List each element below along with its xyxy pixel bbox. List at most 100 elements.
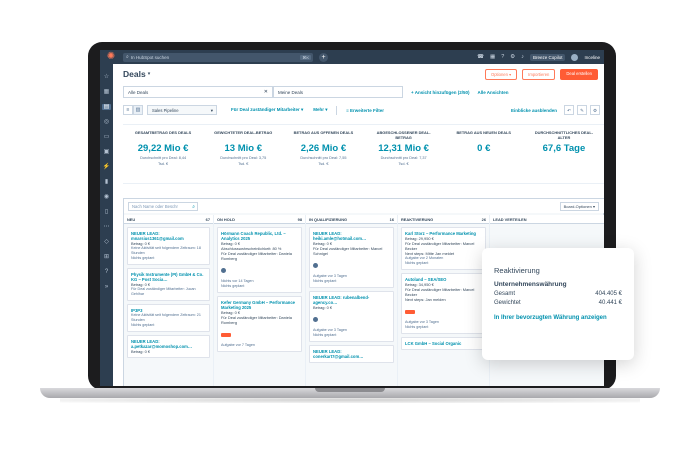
deal-name[interactable]: NEUER LEAD: conerkart7@gmail.com…: [313, 349, 390, 359]
advanced-filters[interactable]: ≡ Erweiterte Filter: [346, 108, 384, 113]
search-placeholder: In HubSpot suchen: [130, 54, 170, 60]
deal-name[interactable]: NEUER LEAD: mnarsius1361@gmail.com: [131, 231, 206, 241]
global-search-input[interactable]: ⌕ In HubSpot suchen ⌘K: [123, 52, 313, 62]
deal-card[interactable]: Kefer Germany GmbH – Performance Marketi…: [217, 296, 302, 352]
tab-label: Meine Deals: [278, 89, 304, 95]
dashboard-icon[interactable]: ▦: [104, 89, 110, 95]
board-column-new: NEU 67 NEUER LEAD: mnarsius1361@gmail.co…: [124, 215, 214, 386]
tab-all-deals[interactable]: Alle Deals ✕: [123, 86, 273, 98]
undo-icon[interactable]: ↶: [564, 105, 574, 115]
page-title[interactable]: Deals: [123, 69, 146, 79]
shortcut-hint: ⌘K: [300, 54, 311, 60]
deal-next: Nichts geplant: [313, 279, 337, 283]
deal-card[interactable]: Hörmann Coach Republic, Ltd. – Analytics…: [217, 227, 302, 293]
deal-name[interactable]: NEUER LEAD: heiki.amle@hotmail.com…: [313, 231, 390, 241]
column-name: NEU: [127, 216, 136, 222]
deal-amount: Betrag: 0 €: [313, 305, 333, 310]
add-view-link[interactable]: + Ansicht hinzufügen (2/50): [411, 90, 469, 95]
board-search-input[interactable]: Nach Name oder Beschr ⌕: [128, 201, 198, 211]
deal-card[interactable]: NEUER LEAD: conerkart7@gmail.com…: [309, 345, 394, 363]
close-icon[interactable]: ✕: [264, 89, 268, 95]
create-deal-button[interactable]: Deal erstellen: [560, 68, 598, 80]
deal-name[interactable]: NEUER LEAD: a.petkazar@momoshop.com…: [131, 339, 206, 349]
automation-icon[interactable]: ⚡: [103, 164, 110, 170]
deal-name[interactable]: NEUER LEAD: rubenalbend-agency.co…: [313, 295, 390, 305]
chevron-down-icon[interactable]: ▾: [148, 71, 151, 77]
board-column-qualification: IN QUALIFIZIERUNG 16 NEUER LEAD: heiki.a…: [306, 215, 398, 386]
popover-subtitle: Unternehmenswährung: [494, 281, 567, 288]
deal-card[interactable]: Autoland – SEA/SEO Betrag: 34,950 € Für …: [401, 273, 486, 334]
content-icon[interactable]: ▭: [104, 134, 110, 140]
settings-icon[interactable]: ⚙: [510, 54, 515, 60]
deal-card[interactable]: NEUER LEAD: mnarsius1361@gmail.com Betra…: [127, 227, 210, 265]
deal-card[interactable]: Karl Storz – Performance Marketing Betra…: [401, 227, 486, 270]
deal-card[interactable]: NEUER LEAD: a.petkazar@momoshop.com… Bet…: [127, 335, 210, 358]
deal-card[interactable]: NEUER LEAD: heiki.amle@hotmail.com… Betr…: [309, 227, 394, 288]
marketing-icon[interactable]: ◎: [104, 119, 109, 125]
hubspot-logo-icon[interactable]: ✺: [105, 51, 117, 63]
stat-weighted: GEWICHTETER DEAL-BETRAG 13 Mio € Durchsc…: [203, 125, 283, 183]
more-filters[interactable]: Mehr ▾: [313, 107, 327, 113]
stat-total: GESAMTBETRAG DES DEALS 29,22 Mio € Durch…: [123, 125, 203, 183]
deal-name[interactable]: Hörmann Coach Republic, Ltd. – Analytics…: [221, 231, 298, 241]
phone-icon[interactable]: ☎: [477, 54, 484, 60]
marketplace-icon[interactable]: ▦: [490, 54, 495, 60]
deal-activity: Keine Aktivität seit folgendem Zeitraum:…: [131, 313, 201, 322]
toggle-insights-link[interactable]: Einblicke ausblenden: [511, 108, 557, 113]
notifications-icon[interactable]: ♪: [521, 54, 524, 60]
page-header: Deals ▾ Optionen ▾ Importieren Deal erst…: [113, 64, 604, 84]
deal-name[interactable]: LCK GmbH – Social Organic: [405, 341, 482, 346]
copilot-button[interactable]: Breeze Copilot: [529, 53, 566, 61]
tab-my-deals[interactable]: Meine Deals: [273, 86, 403, 98]
popover-title: Reaktivierung: [494, 266, 540, 275]
data-icon[interactable]: ◉: [104, 194, 109, 200]
crm-icon[interactable]: ▤: [102, 104, 111, 110]
library-icon[interactable]: ▯: [105, 209, 108, 215]
laptop-base-notch: [315, 388, 385, 392]
reporting-icon[interactable]: ▮: [105, 179, 108, 185]
help-icon[interactable]: ?: [501, 54, 504, 60]
stat-sub-unit: Tsd. €: [238, 162, 249, 166]
stat-label: BETRAG AUS NEUEN DEALS: [456, 130, 512, 135]
collapse-icon[interactable]: »: [105, 284, 108, 290]
board-options-button[interactable]: Board-Optionen ▾: [559, 201, 599, 211]
edit-icon[interactable]: ✎: [577, 105, 587, 115]
owner-filter[interactable]: Für Deal zuständiger Mitarbeiter ▾: [231, 107, 303, 113]
deal-card[interactable]: NEUER LEAD: rubenalbend-agency.co… Betra…: [309, 291, 394, 342]
avatar[interactable]: [571, 53, 579, 61]
deal-card[interactable]: LCK GmbH – Social Organic: [401, 337, 486, 350]
column-name: LEAD VERTEILEN: [493, 216, 527, 222]
deal-name[interactable]: Kefer Germany GmbH – Performance Marketi…: [221, 300, 298, 310]
stat-sub-unit: Tsd. €: [398, 162, 409, 166]
all-views-link[interactable]: Alle Ansichten: [477, 90, 508, 95]
pipeline-select[interactable]: Sales Pipeline: [147, 105, 217, 115]
stat-sub-unit: Tsd. €: [318, 162, 329, 166]
apps-icon[interactable]: ◇: [104, 239, 109, 245]
bookmarks-icon[interactable]: ☆: [104, 74, 109, 80]
commerce-icon[interactable]: ▣: [104, 149, 110, 155]
preferred-currency-link[interactable]: In Ihrer bevorzugten Währung anzeigen: [494, 315, 622, 321]
import-button[interactable]: Importieren: [522, 68, 556, 80]
integrations-icon[interactable]: ⊞: [104, 254, 109, 260]
weighted-label: Gewichtet: [494, 300, 521, 306]
deal-card[interactable]: Physik Instrumente (PI) GmbH & Co. KG – …: [127, 268, 210, 301]
total-value: 404.405 €: [595, 291, 622, 297]
deal-name[interactable]: Physik Instrumente (PI) GmbH & Co. KG – …: [131, 272, 206, 282]
board-view-icon[interactable]: ▥: [133, 105, 143, 115]
deal-owner: Für Deal zuständiger Mitarbeiter: Jucan …: [131, 287, 196, 296]
stat-label: BETRAG AUS OFFENEN DEALS: [293, 130, 354, 135]
total-row: Gesamt 404.405 €: [494, 291, 622, 297]
help-center-icon[interactable]: ?: [105, 269, 108, 275]
deal-owner: Für Deal zuständiger Mitarbeiter: Marcel…: [405, 287, 475, 297]
board-toolbar: Nach Name oder Beschr ⌕ Board-Optionen ▾: [124, 199, 604, 213]
gear-icon[interactable]: ⚙: [590, 105, 600, 115]
top-navigation-bar: ✺ ⌕ In HubSpot suchen ⌘K + ☎ ▦ ? ⚙ ♪ Bre…: [100, 50, 604, 64]
more-icon[interactable]: ⋯: [104, 224, 110, 230]
deal-card[interactable]: IP3P3 Keine Aktivität seit folgendem Zei…: [127, 304, 210, 332]
create-new-icon[interactable]: +: [319, 52, 328, 62]
actions-button[interactable]: Optionen ▾: [484, 68, 518, 80]
stat-sub: Durchschnitt pro Deal: 7,37: [380, 156, 427, 160]
weighted-value: 40.441 €: [598, 300, 622, 306]
portal-switcher[interactable]: Inceline: [584, 55, 600, 60]
list-view-icon[interactable]: ≡: [123, 105, 133, 115]
